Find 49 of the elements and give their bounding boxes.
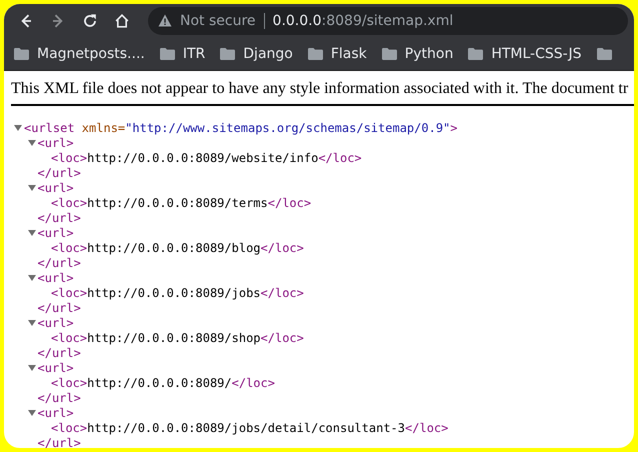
xml-line: </url> [38, 346, 81, 360]
bookmark[interactable]: HTML-CSS-JS [468, 46, 582, 62]
security-label[interactable]: Not secure [180, 12, 256, 28]
xml-line: </url> [38, 256, 81, 270]
xml-line: <url> [38, 270, 74, 284]
warning-icon [158, 14, 172, 27]
folder-icon [14, 48, 29, 60]
bookmark[interactable]: ITR [160, 46, 206, 62]
xml-line: <loc>http://0.0.0.0:8089/website/info</loc> [51, 150, 362, 164]
xml-line: <loc>http://0.0.0.0:8089/jobs</loc> [51, 286, 304, 300]
expanded-triangle-icon[interactable] [28, 228, 36, 236]
xml-line: <loc>http://0.0.0.0:8089/blog</loc> [51, 240, 304, 254]
expanded-triangle-icon[interactable] [28, 274, 36, 282]
xml-line: <url> [38, 316, 74, 330]
folder-icon [596, 48, 612, 60]
xml-line: <url> [38, 406, 74, 420]
bookmark[interactable]: Flask [308, 46, 367, 62]
xml-line: </url> [38, 300, 81, 314]
expanded-triangle-icon[interactable] [14, 124, 22, 132]
xml-line: <loc>http://0.0.0.0:8089/shop</loc> [51, 330, 304, 344]
bookmark[interactable]: Magnetposts.... [14, 46, 145, 62]
expanded-triangle-icon[interactable] [28, 408, 36, 416]
bookmark[interactable] [596, 48, 612, 60]
url-text[interactable]: 0.0.0.0:8089/sitemap.xml [272, 12, 454, 28]
xml-notice: This XML file does not appear to have any style information associated with it. The document tr [11, 80, 628, 98]
expanded-triangle-icon[interactable] [28, 138, 36, 146]
folder-icon [468, 48, 484, 60]
folder-icon [220, 48, 236, 60]
xml-line: <url> [38, 136, 74, 150]
folder-icon [308, 48, 323, 60]
expanded-triangle-icon[interactable] [28, 184, 36, 192]
xml-line: <loc>http://0.0.0.0:8089/jobs/detail/consultant-3</loc> [51, 420, 448, 434]
xml-line: <urlset xmlns="http://www.sitemaps.org/schemas/sitemap/0.9"> [24, 120, 458, 134]
expanded-triangle-icon[interactable] [28, 364, 36, 372]
xml-line: </url> [38, 166, 81, 180]
xml-line: <url> [38, 226, 74, 240]
bookmark[interactable]: Python [382, 46, 454, 62]
expanded-triangle-icon[interactable] [28, 318, 36, 326]
address-bar[interactable]: Not secure 0.0.0.0:8089/sitemap.xml [148, 6, 628, 34]
xml-line: <url> [38, 180, 74, 194]
bookmark[interactable]: Django [220, 46, 293, 62]
folder-icon [382, 48, 397, 60]
xml-line: <url> [38, 360, 74, 374]
xml-line: </url> [38, 436, 81, 448]
xml-line: <loc>http://0.0.0.0:8089/terms</loc> [51, 196, 312, 210]
folder-icon [160, 48, 175, 60]
xml-line: </url> [38, 390, 81, 404]
xml-line: <loc>http://0.0.0.0:8089/</loc> [51, 376, 275, 390]
xml-line: </url> [38, 210, 81, 224]
